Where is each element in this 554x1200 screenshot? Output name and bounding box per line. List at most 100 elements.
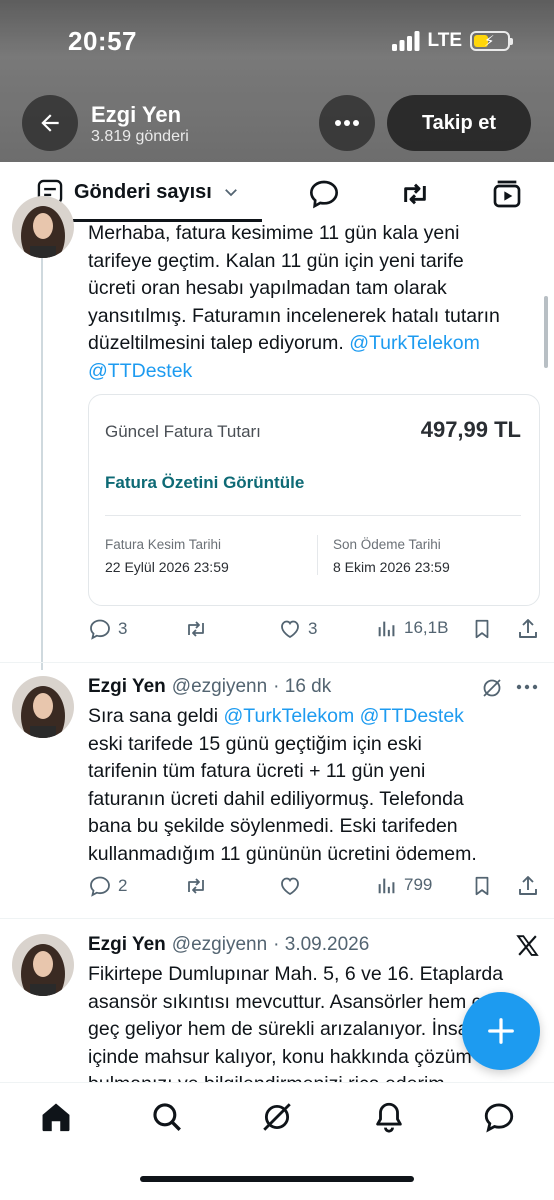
views-count: 799: [404, 875, 433, 894]
reply-button[interactable]: 3: [88, 617, 127, 641]
tweet-header: Ezgi Yen @ezgiyenn · 16 dk: [88, 676, 331, 698]
video-icon[interactable]: [491, 178, 523, 210]
mention-link[interactable]: @TTDestek: [360, 705, 464, 727]
reply-icon: [90, 619, 110, 640]
tweet-line: yansıtılmış. Faturamın incelenerek hatal…: [88, 304, 500, 327]
sort-toolbar: Gönderi sayısı: [0, 162, 554, 222]
tweet-line: tarifenin tüm fatura ücreti + 11 gün yen…: [88, 760, 426, 782]
home-indicator[interactable]: [140, 1176, 414, 1182]
mention-link[interactable]: @TurkTelekom: [224, 705, 355, 727]
tweet-header: Ezgi Yen @ezgiyenn · 3.09.2026: [88, 934, 369, 956]
views-button[interactable]: 799: [376, 874, 432, 896]
thread-line: [41, 222, 43, 670]
author-name[interactable]: Ezgi Yen: [88, 934, 166, 956]
retweet-icon: [188, 878, 204, 894]
tweet-actions: 3 3 16,1B: [88, 617, 540, 647]
billing-date-label: Fatura Kesim Tarihi: [105, 537, 222, 552]
tweet-line: kullanmadığım 11 gününün ücretini ödemem…: [88, 842, 477, 865]
post-count: 3.819 gönderi: [91, 128, 189, 145]
compose-icon: [488, 1018, 514, 1044]
scrollbar[interactable]: [544, 296, 548, 368]
author-name[interactable]: Ezgi Yen: [88, 676, 166, 698]
tweet-line: bana bu şekilde söylenmedi. Eski tarifed…: [88, 815, 458, 837]
bottom-nav: [0, 1082, 554, 1200]
retweet-button[interactable]: [184, 874, 208, 898]
mention-link[interactable]: @TTDestek: [88, 360, 192, 382]
like-button[interactable]: [278, 874, 302, 898]
more-button[interactable]: [319, 95, 375, 151]
tweet-line: düzeltilmesini talep ediyorum.: [88, 332, 350, 354]
like-count: 3: [308, 619, 318, 638]
battery-icon: ⚡: [470, 31, 513, 51]
x-logo-icon: [516, 935, 539, 956]
avatar[interactable]: [12, 196, 74, 258]
spaces-icon[interactable]: [308, 178, 340, 210]
reply-icon: [90, 876, 110, 897]
avatar[interactable]: [12, 676, 74, 738]
more-icon: [335, 120, 359, 126]
grok-icon[interactable]: [480, 676, 504, 700]
card-amount: 497,99 TL: [420, 417, 521, 442]
retweet-button[interactable]: [184, 617, 208, 641]
retweet-icon: [188, 621, 204, 637]
chevron-down-icon: [224, 189, 237, 197]
due-date-value: 8 Ekim 2026 23:59: [333, 559, 450, 575]
bill-card[interactable]: Güncel Fatura Tutarı 497,99 TL Fatura Öz…: [88, 394, 540, 606]
share-icon[interactable]: [516, 874, 540, 898]
tweet-line: ücreti oran hesabı yapılmadan tam olarak: [88, 277, 447, 299]
author-handle[interactable]: @ezgiyenn: [172, 934, 267, 956]
tweet-line: eski tarifede 15 günü geçtiğim için eski: [88, 732, 422, 755]
messages-icon[interactable]: [482, 1100, 516, 1134]
tweet-line: faturanın ücreti dahil ediliyormuş. Tele…: [88, 787, 464, 810]
due-date-label: Son Ödeme Tarihi: [333, 537, 441, 552]
retweet-icon[interactable]: [399, 178, 431, 210]
tweet-time: · 3.09.2026: [273, 934, 370, 955]
tweet-text: Merhaba, fatura kesimime 11 gün kala yen…: [88, 220, 538, 385]
tweet-line: tarifeye geçtim. Kalan 11 gün için yeni …: [88, 249, 464, 272]
profile-name: Ezgi Yen: [91, 102, 182, 127]
billing-date-value: 22 Eylül 2026 23:59: [105, 559, 229, 575]
card-divider: [105, 515, 521, 516]
views-icon: [378, 878, 395, 894]
profile-header: 20:57 LTE ⚡ Ezgi Yen 3.819 gönderi Takip…: [0, 0, 554, 162]
status-time: 20:57: [68, 26, 137, 56]
bookmark-icon[interactable]: [471, 874, 493, 898]
status-bar: 20:57 LTE ⚡: [0, 26, 554, 60]
tweet-time: · 16 dk: [273, 676, 332, 697]
tweet-divider: [0, 662, 554, 663]
mention-link[interactable]: @TurkTelekom: [349, 332, 480, 354]
avatar[interactable]: [12, 934, 74, 996]
views-count: 16,1B: [404, 618, 449, 637]
reply-count: 2: [118, 876, 128, 895]
reply-button[interactable]: 2: [88, 874, 127, 898]
card-divider-vertical: [317, 535, 318, 575]
share-icon[interactable]: [516, 617, 540, 641]
network-type: LTE: [427, 30, 462, 51]
author-handle[interactable]: @ezgiyenn: [172, 676, 267, 698]
like-icon: [281, 620, 299, 639]
home-icon[interactable]: [39, 1100, 73, 1134]
reply-count: 3: [118, 619, 128, 638]
sort-label: Gönderi sayısı: [74, 180, 212, 203]
tweet-line: Merhaba, fatura kesimime 11 gün kala yen…: [88, 222, 460, 244]
grok-icon[interactable]: [260, 1100, 294, 1134]
back-arrow-icon: [41, 114, 59, 132]
tweet-divider: [0, 918, 554, 919]
more-icon[interactable]: [516, 684, 538, 690]
like-button[interactable]: 3: [278, 617, 317, 641]
sort-dropdown[interactable]: Gönderi sayısı: [36, 178, 240, 206]
follow-button[interactable]: Takip et: [387, 95, 531, 151]
bookmark-icon[interactable]: [471, 617, 493, 641]
card-title: Güncel Fatura Tutarı: [105, 422, 261, 441]
tweet-actions: 2 799: [88, 874, 540, 904]
card-summary-link[interactable]: Fatura Özetini Görüntüle: [105, 473, 304, 493]
signal-icon: [391, 31, 420, 51]
views-button[interactable]: 16,1B: [376, 617, 448, 639]
views-icon: [378, 621, 395, 637]
back-button[interactable]: [22, 95, 78, 151]
tweet-line: Sıra sana geldi: [88, 705, 224, 727]
search-icon[interactable]: [150, 1100, 184, 1134]
notifications-icon[interactable]: [372, 1100, 406, 1134]
compose-button[interactable]: [462, 992, 540, 1070]
tweet-line: Fikirtepe Dumlupınar Mah. 5, 6 ve 16. Et…: [88, 963, 504, 985]
